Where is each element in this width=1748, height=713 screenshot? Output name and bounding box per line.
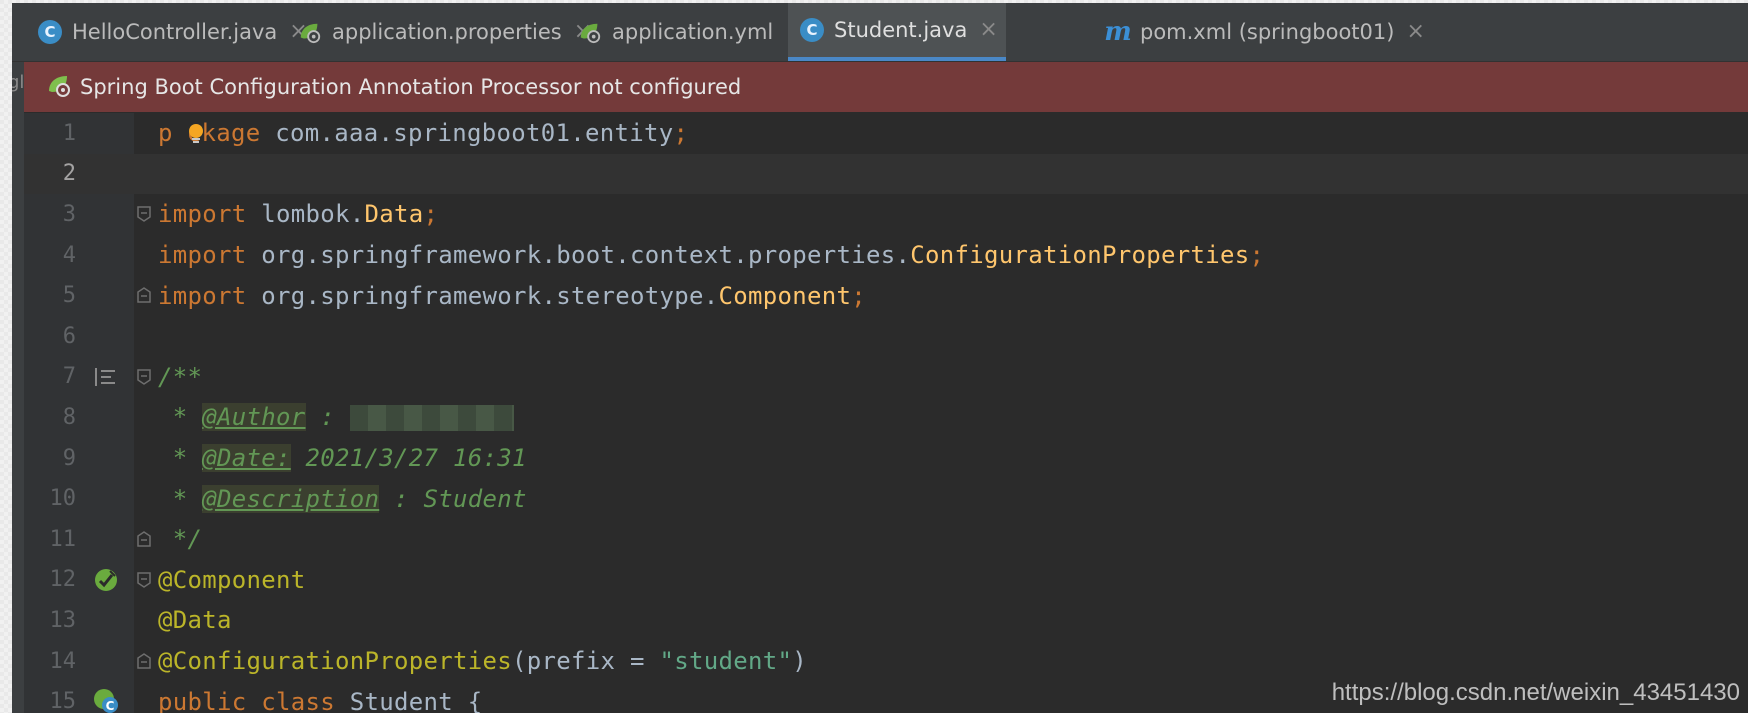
line-number: 10 <box>49 486 77 512</box>
line-number: 6 <box>62 323 76 349</box>
code-text: @Component <box>158 565 306 594</box>
tab-label: application.properties <box>332 20 562 44</box>
svg-text:C: C <box>106 699 115 713</box>
code-text: import org.springframework.stereotype.Co… <box>158 281 866 310</box>
tab-student-java[interactable]: C Student.java × <box>788 3 1006 61</box>
maven-icon: m <box>1104 17 1132 47</box>
fold-end-icon[interactable] <box>137 531 151 547</box>
fold-marker-icon[interactable] <box>137 368 151 385</box>
fold-end-icon[interactable] <box>137 652 151 669</box>
fold-marker-icon[interactable] <box>137 571 151 588</box>
code-line[interactable]: 9 * @Date: 2021/3/27 16:31 <box>24 438 1748 479</box>
code-line[interactable]: 10 * @Description : Student <box>24 478 1748 519</box>
fold-end-icon[interactable] <box>137 287 151 304</box>
code-text: @ConfigurationProperties(prefix = "stude… <box>158 647 807 676</box>
close-icon[interactable]: × <box>979 19 997 41</box>
code-editor[interactable]: 1 p ckage com.aaa.springboot01.entity; 2 … <box>24 113 1748 713</box>
line-number: 4 <box>62 242 76 268</box>
line-number: 12 <box>49 567 77 593</box>
spring-config-icon <box>298 20 322 44</box>
spring-class-icon[interactable]: C <box>92 687 120 713</box>
code-text: */ <box>158 525 203 554</box>
line-number: 1 <box>62 120 76 146</box>
code-text: import lombok.Data; <box>158 200 439 229</box>
line-number: 9 <box>62 445 76 471</box>
tab-application-properties[interactable]: application.properties × <box>298 3 592 61</box>
code-text: * @Date: 2021/3/27 16:31 <box>158 444 527 473</box>
code-line[interactable]: 14 @ConfigurationProperties(prefix = "st… <box>24 641 1748 682</box>
strip-label: gl <box>12 72 25 93</box>
code-text: @Data <box>158 606 232 635</box>
code-line[interactable]: 8 * @Author : <box>24 397 1748 438</box>
line-number: 7 <box>62 364 76 390</box>
code-text: * @Description : Student <box>158 484 527 513</box>
code-line[interactable]: 5 import org.springframework.stereotype.… <box>24 275 1748 316</box>
watermark: https://blog.csdn.net/weixin_43451430 <box>1331 679 1740 706</box>
tab-label: application.yml <box>612 20 774 44</box>
tab-label: Student.java <box>834 18 968 42</box>
tab-label: HelloController.java <box>72 20 278 44</box>
project-tool-strip[interactable]: gl <box>12 62 24 713</box>
redacted-author <box>349 405 514 432</box>
line-number: 8 <box>62 404 76 430</box>
code-line[interactable]: 12 @Component <box>24 560 1748 601</box>
code-line[interactable]: 3 import lombok.Data; <box>24 194 1748 235</box>
close-icon[interactable]: × <box>1406 21 1424 43</box>
banner-text: Spring Boot Configuration Annotation Pro… <box>80 75 742 99</box>
doc-comment-icon[interactable] <box>92 363 120 391</box>
fold-marker-icon[interactable] <box>137 206 151 223</box>
code-text: /** <box>158 362 203 391</box>
spring-bean-icon[interactable] <box>92 566 120 594</box>
line-number: 13 <box>49 607 77 633</box>
line-number: 3 <box>62 201 76 227</box>
tab-pom-xml[interactable]: m pom.xml (springboot01) × <box>1104 3 1425 61</box>
code-text: public class Student { <box>158 687 483 713</box>
annotation-processor-banner: Spring Boot Configuration Annotation Pro… <box>12 62 1748 112</box>
code-line[interactable]: 11 */ <box>24 519 1748 560</box>
java-class-icon: C <box>38 20 62 44</box>
code-text: p ckage com.aaa.springboot01.entity; <box>158 119 689 148</box>
code-text: import org.springframework.boot.context.… <box>158 241 1265 270</box>
ide-window: C HelloController.java × application.pro… <box>12 3 1748 713</box>
tab-label: pom.xml (springboot01) <box>1140 20 1395 44</box>
code-line[interactable]: 13 @Data <box>24 600 1748 641</box>
line-number: 15 <box>49 689 77 713</box>
code-line[interactable]: 6 <box>24 316 1748 357</box>
tab-hellocontroller[interactable]: C HelloController.java × <box>38 3 308 61</box>
line-number: 11 <box>49 526 77 552</box>
lightbulb-icon[interactable] <box>187 123 205 145</box>
spring-config-icon <box>578 20 602 44</box>
tab-application-yml[interactable]: application.yml × <box>578 3 804 61</box>
code-text: * @Author : <box>158 403 514 432</box>
code-line-current[interactable]: 2 <box>24 153 1748 195</box>
line-number: 14 <box>49 648 77 674</box>
editor-tab-bar: C HelloController.java × application.pro… <box>12 3 1748 62</box>
code-line[interactable]: 1 p ckage com.aaa.springboot01.entity; <box>24 113 1748 154</box>
java-class-icon: C <box>800 18 824 42</box>
code-line[interactable]: 7 /** <box>24 357 1748 398</box>
spring-leaf-icon <box>46 72 72 103</box>
code-line[interactable]: 4 import org.springframework.boot.contex… <box>24 235 1748 276</box>
line-number: 5 <box>62 283 76 309</box>
line-number: 2 <box>62 161 76 187</box>
